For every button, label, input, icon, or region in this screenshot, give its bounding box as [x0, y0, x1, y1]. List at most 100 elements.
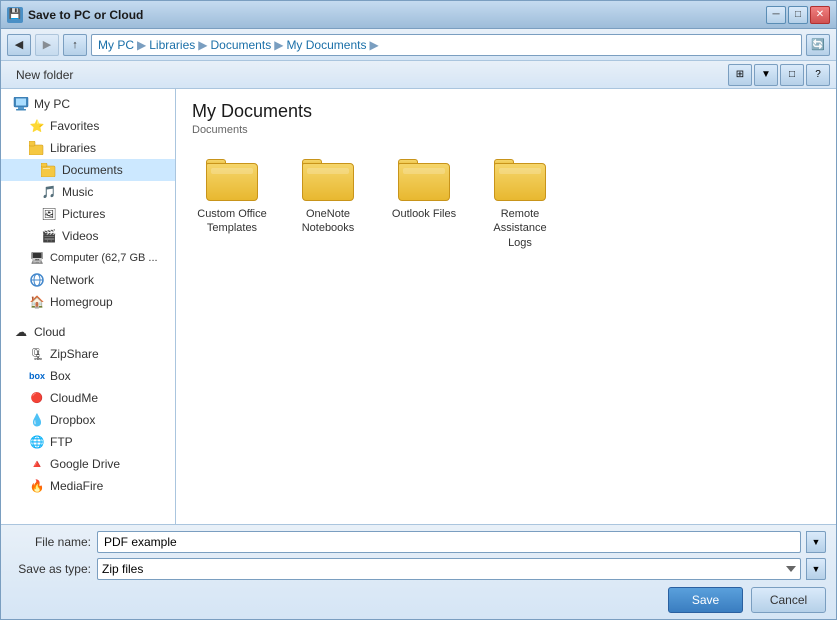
- mediafire-icon: 🔥: [29, 478, 45, 494]
- cloud-icon: ☁: [13, 324, 29, 340]
- sidebar-label-box: Box: [50, 369, 71, 383]
- close-button[interactable]: ✕: [810, 6, 830, 24]
- sidebar-label-documents: Documents: [62, 163, 123, 177]
- sidebar-section-pc: My PC ⭐ Favorites Libraries Document: [1, 89, 175, 317]
- action-buttons-row: Save Cancel: [11, 585, 826, 613]
- file-area: My Documents Documents Custom Office Tem…: [176, 89, 836, 524]
- sidebar-label-videos: Videos: [62, 229, 98, 243]
- new-folder-button[interactable]: New folder: [7, 64, 82, 86]
- filename-row: File name: ▼: [11, 531, 826, 553]
- sidebar-item-my-pc[interactable]: My PC: [1, 93, 175, 115]
- documents-icon: [41, 162, 57, 178]
- sidebar-item-computer[interactable]: 🖥 Computer (62,7 GB ...: [1, 247, 175, 269]
- folder-icon-remote-assistance: [494, 159, 546, 201]
- breadcrumb-documents[interactable]: Documents: [211, 38, 272, 52]
- up-button[interactable]: ↑: [63, 34, 87, 56]
- breadcrumb-my-pc[interactable]: My PC: [98, 38, 134, 52]
- breadcrumb[interactable]: My PC ▶ Libraries ▶ Documents ▶ My Docum…: [91, 34, 802, 56]
- sidebar-label-cloudme: CloudMe: [50, 391, 98, 405]
- sidebar-label-favorites: Favorites: [50, 119, 99, 133]
- folder-icon-onenote: [302, 159, 354, 201]
- window-title: Save to PC or Cloud: [28, 8, 766, 22]
- saveas-dropdown-button[interactable]: ▼: [806, 558, 826, 580]
- sidebar-item-zipshare[interactable]: 🗜 ZipShare: [1, 343, 175, 365]
- bottom-bar: File name: ▼ Save as type: Zip files ▼ S…: [1, 524, 836, 619]
- sidebar-item-cloudme[interactable]: 🔴 CloudMe: [1, 387, 175, 409]
- folder-label-outlook: Outlook Files: [392, 207, 456, 221]
- dropbox-icon: 💧: [29, 412, 45, 428]
- folder-title: My Documents: [192, 101, 820, 122]
- sidebar-label-dropbox: Dropbox: [50, 413, 95, 427]
- libraries-icon: [29, 140, 45, 156]
- sidebar-label-computer: Computer (62,7 GB ...: [50, 252, 158, 264]
- star-icon: ⭐: [29, 118, 45, 134]
- computer-icon: 🖥: [29, 250, 45, 266]
- sidebar-item-music[interactable]: 🎵 Music: [1, 181, 175, 203]
- folder-item-custom-office[interactable]: Custom Office Templates: [192, 152, 272, 257]
- sidebar-item-network[interactable]: Network: [1, 269, 175, 291]
- folder-subtitle: Documents: [192, 124, 820, 136]
- sidebar-item-box[interactable]: box Box: [1, 365, 175, 387]
- sidebar-item-pictures[interactable]: 🖼 Pictures: [1, 203, 175, 225]
- sidebar-item-mediafire[interactable]: 🔥 MediaFire: [1, 475, 175, 497]
- view-options-button[interactable]: ⊞: [728, 64, 752, 86]
- sidebar-item-documents[interactable]: Documents: [1, 159, 175, 181]
- sidebar-item-libraries[interactable]: Libraries: [1, 137, 175, 159]
- folder-item-outlook[interactable]: Outlook Files: [384, 152, 464, 257]
- folder-item-remote-assistance[interactable]: Remote Assistance Logs: [480, 152, 560, 257]
- sidebar-item-videos[interactable]: 🎬 Videos: [1, 225, 175, 247]
- folder-icon-outlook: [398, 159, 450, 201]
- filename-dropdown-button[interactable]: ▼: [806, 531, 826, 553]
- sidebar-label-cloud: Cloud: [34, 325, 65, 339]
- sidebar-label-music: Music: [62, 185, 93, 199]
- music-icon: 🎵: [41, 184, 57, 200]
- sidebar-label-network: Network: [50, 273, 94, 287]
- sidebar-item-favorites[interactable]: ⭐ Favorites: [1, 115, 175, 137]
- title-bar: 💾 Save to PC or Cloud ─ □ ✕: [1, 1, 836, 29]
- sidebar-item-dropbox[interactable]: 💧 Dropbox: [1, 409, 175, 431]
- sidebar: My PC ⭐ Favorites Libraries Document: [1, 89, 176, 524]
- sidebar-label-libraries: Libraries: [50, 141, 96, 155]
- sidebar-label-google-drive: Google Drive: [50, 457, 120, 471]
- videos-icon: 🎬: [41, 228, 57, 244]
- sidebar-item-homegroup[interactable]: 🏠 Homegroup: [1, 291, 175, 313]
- maximize-button[interactable]: □: [788, 6, 808, 24]
- cancel-button[interactable]: Cancel: [751, 587, 826, 613]
- sidebar-item-cloud[interactable]: ☁ Cloud: [1, 321, 175, 343]
- ftp-icon: 🌐: [29, 434, 45, 450]
- filename-input[interactable]: [97, 531, 801, 553]
- saveas-label: Save as type:: [11, 562, 91, 576]
- pictures-icon: 🖼: [41, 206, 57, 222]
- saveas-select[interactable]: Zip files: [97, 558, 801, 580]
- breadcrumb-libraries[interactable]: Libraries: [149, 38, 195, 52]
- folder-item-onenote[interactable]: OneNote Notebooks: [288, 152, 368, 257]
- forward-button[interactable]: ▶: [35, 34, 59, 56]
- box-icon: box: [29, 368, 45, 384]
- pc-icon: [13, 96, 29, 112]
- sidebar-item-ftp[interactable]: 🌐 FTP: [1, 431, 175, 453]
- view-dropdown-button[interactable]: ▼: [754, 64, 778, 86]
- address-bar: ◀ ▶ ↑ My PC ▶ Libraries ▶ Documents ▶ My…: [1, 29, 836, 61]
- help-button[interactable]: ?: [806, 64, 830, 86]
- refresh-button[interactable]: 🔄: [806, 34, 830, 56]
- sidebar-label-mediafire: MediaFire: [50, 479, 103, 493]
- sidebar-label-my-pc: My PC: [34, 97, 70, 111]
- window-icon: 💾: [7, 7, 23, 23]
- folder-icon-custom-office: [206, 159, 258, 201]
- title-bar-buttons: ─ □ ✕: [766, 6, 830, 24]
- folder-label-custom-office: Custom Office Templates: [197, 207, 267, 236]
- breadcrumb-my-documents[interactable]: My Documents: [286, 38, 366, 52]
- cloudme-icon: 🔴: [29, 390, 45, 406]
- sidebar-item-google-drive[interactable]: 🔺 Google Drive: [1, 453, 175, 475]
- zipshare-icon: 🗜: [29, 346, 45, 362]
- sidebar-label-ftp: FTP: [50, 435, 73, 449]
- google-drive-icon: 🔺: [29, 456, 45, 472]
- minimize-button[interactable]: ─: [766, 6, 786, 24]
- toolbar: New folder ⊞ ▼ □ ?: [1, 61, 836, 89]
- details-view-button[interactable]: □: [780, 64, 804, 86]
- network-icon: [29, 272, 45, 288]
- toolbar-view-controls: ⊞ ▼ □ ?: [728, 64, 830, 86]
- save-button[interactable]: Save: [668, 587, 743, 613]
- back-button[interactable]: ◀: [7, 34, 31, 56]
- folder-grid: Custom Office Templates OneNote Notebook…: [192, 152, 820, 257]
